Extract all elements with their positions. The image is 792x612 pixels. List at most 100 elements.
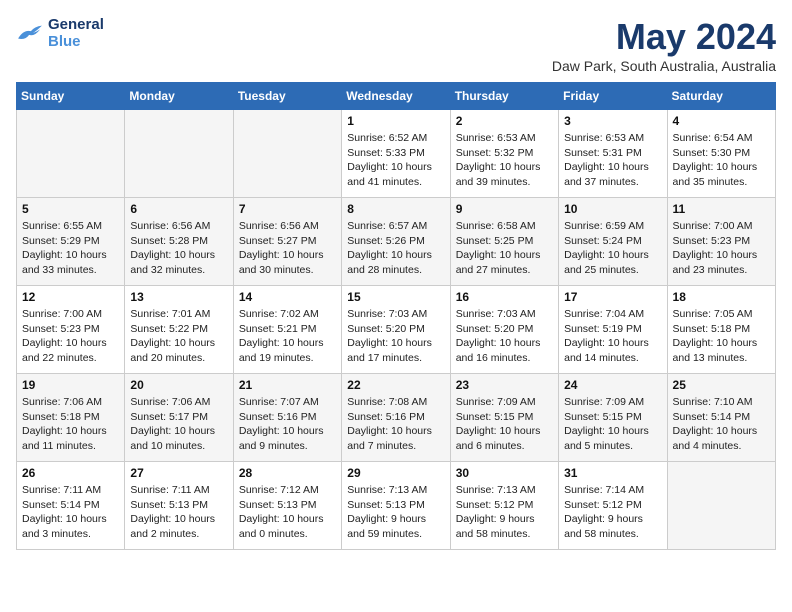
day-info: Sunrise: 6:54 AM Sunset: 5:30 PM Dayligh…: [673, 131, 770, 190]
week-row-1: 1Sunrise: 6:52 AM Sunset: 5:33 PM Daylig…: [17, 110, 776, 198]
day-cell-20: 20 Sunrise: 7:06 AM Sunset: 5:17 PM Dayli…: [125, 374, 233, 462]
day-info: Sunrise: 7:11 AM Sunset: 5:13 PM Dayligh…: [130, 483, 227, 542]
day-info: Sunrise: 6:57 AM Sunset: 5:26 PM Dayligh…: [347, 219, 444, 278]
weekday-header-saturday: Saturday: [667, 83, 775, 110]
day-number: 28: [239, 466, 336, 480]
day-cell-11: 11 Sunrise: 7:00 AM Sunset: 5:23 PM Dayli…: [667, 198, 775, 286]
day-info: Sunrise: 7:03 AM Sunset: 5:20 PM Dayligh…: [456, 307, 553, 366]
day-info: Sunrise: 6:53 AM Sunset: 5:32 PM Dayligh…: [456, 131, 553, 190]
day-number: 24: [564, 378, 661, 392]
day-cell-4: 4 Sunrise: 6:54 AM Sunset: 5:30 PM Daylig…: [667, 110, 775, 198]
day-number: 19: [22, 378, 119, 392]
day-cell-3: 3 Sunrise: 6:53 AM Sunset: 5:31 PM Daylig…: [559, 110, 667, 198]
week-row-5: 26 Sunrise: 7:11 AM Sunset: 5:14 PM Dayli…: [17, 462, 776, 550]
day-info: Sunrise: 7:14 AM Sunset: 5:12 PM Dayligh…: [564, 483, 661, 542]
day-number: 18: [673, 290, 770, 304]
day-number: 31: [564, 466, 661, 480]
week-row-3: 12 Sunrise: 7:00 AM Sunset: 5:23 PM Dayli…: [17, 286, 776, 374]
logo: General Blue: [16, 16, 104, 50]
day-cell-30: 30 Sunrise: 7:13 AM Sunset: 5:12 PM Dayli…: [450, 462, 558, 550]
day-cell-1: 1Sunrise: 6:52 AM Sunset: 5:33 PM Daylig…: [342, 110, 450, 198]
day-info: Sunrise: 7:13 AM Sunset: 5:12 PM Dayligh…: [456, 483, 553, 542]
logo-text: General Blue: [48, 16, 104, 50]
day-cell-29: 29Sunrise: 7:13 AM Sunset: 5:13 PM Dayli…: [342, 462, 450, 550]
day-cell-6: 6 Sunrise: 6:56 AM Sunset: 5:28 PM Daylig…: [125, 198, 233, 286]
day-info: Sunrise: 7:09 AM Sunset: 5:15 PM Dayligh…: [456, 395, 553, 454]
day-info: Sunrise: 7:04 AM Sunset: 5:19 PM Dayligh…: [564, 307, 661, 366]
day-info: Sunrise: 7:09 AM Sunset: 5:15 PM Dayligh…: [564, 395, 661, 454]
day-number: 11: [673, 202, 770, 216]
day-info: Sunrise: 7:06 AM Sunset: 5:17 PM Dayligh…: [130, 395, 227, 454]
day-cell-13: 13Sunrise: 7:01 AM Sunset: 5:22 PM Dayli…: [125, 286, 233, 374]
day-cell-31: 31 Sunrise: 7:14 AM Sunset: 5:12 PM Dayli…: [559, 462, 667, 550]
empty-cell: [233, 110, 341, 198]
day-number: 5: [22, 202, 119, 216]
day-number: 8: [347, 202, 444, 216]
weekday-header-tuesday: Tuesday: [233, 83, 341, 110]
day-info: Sunrise: 7:00 AM Sunset: 5:23 PM Dayligh…: [673, 219, 770, 278]
day-cell-7: 7Sunrise: 6:56 AM Sunset: 5:27 PM Daylig…: [233, 198, 341, 286]
day-number: 26: [22, 466, 119, 480]
day-cell-18: 18 Sunrise: 7:05 AM Sunset: 5:18 PM Dayli…: [667, 286, 775, 374]
day-number: 20: [130, 378, 227, 392]
day-number: 22: [347, 378, 444, 392]
week-row-2: 5 Sunrise: 6:55 AM Sunset: 5:29 PM Daylig…: [17, 198, 776, 286]
day-cell-24: 24 Sunrise: 7:09 AM Sunset: 5:15 PM Dayli…: [559, 374, 667, 462]
day-info: Sunrise: 6:52 AM Sunset: 5:33 PM Dayligh…: [347, 131, 444, 190]
day-info: Sunrise: 6:56 AM Sunset: 5:28 PM Dayligh…: [130, 219, 227, 278]
day-info: Sunrise: 7:06 AM Sunset: 5:18 PM Dayligh…: [22, 395, 119, 454]
weekday-header-thursday: Thursday: [450, 83, 558, 110]
day-info: Sunrise: 6:59 AM Sunset: 5:24 PM Dayligh…: [564, 219, 661, 278]
day-cell-17: 17 Sunrise: 7:04 AM Sunset: 5:19 PM Dayli…: [559, 286, 667, 374]
title-area: May 2024 Daw Park, South Australia, Aust…: [552, 16, 776, 74]
weekday-header-monday: Monday: [125, 83, 233, 110]
day-number: 23: [456, 378, 553, 392]
day-cell-5: 5 Sunrise: 6:55 AM Sunset: 5:29 PM Daylig…: [17, 198, 125, 286]
weekday-header-wednesday: Wednesday: [342, 83, 450, 110]
day-cell-2: 2 Sunrise: 6:53 AM Sunset: 5:32 PM Daylig…: [450, 110, 558, 198]
day-info: Sunrise: 6:53 AM Sunset: 5:31 PM Dayligh…: [564, 131, 661, 190]
empty-cell: [667, 462, 775, 550]
day-info: Sunrise: 7:10 AM Sunset: 5:14 PM Dayligh…: [673, 395, 770, 454]
day-cell-14: 14 Sunrise: 7:02 AM Sunset: 5:21 PM Dayli…: [233, 286, 341, 374]
day-info: Sunrise: 6:58 AM Sunset: 5:25 PM Dayligh…: [456, 219, 553, 278]
day-cell-26: 26 Sunrise: 7:11 AM Sunset: 5:14 PM Dayli…: [17, 462, 125, 550]
day-info: Sunrise: 7:02 AM Sunset: 5:21 PM Dayligh…: [239, 307, 336, 366]
day-cell-23: 23 Sunrise: 7:09 AM Sunset: 5:15 PM Dayli…: [450, 374, 558, 462]
day-cell-19: 19 Sunrise: 7:06 AM Sunset: 5:18 PM Dayli…: [17, 374, 125, 462]
day-cell-10: 10 Sunrise: 6:59 AM Sunset: 5:24 PM Dayli…: [559, 198, 667, 286]
day-info: Sunrise: 7:07 AM Sunset: 5:16 PM Dayligh…: [239, 395, 336, 454]
day-number: 2: [456, 114, 553, 128]
month-title: May 2024: [552, 16, 776, 58]
location: Daw Park, South Australia, Australia: [552, 58, 776, 74]
day-info: Sunrise: 7:08 AM Sunset: 5:16 PM Dayligh…: [347, 395, 444, 454]
empty-cell: [17, 110, 125, 198]
day-number: 30: [456, 466, 553, 480]
day-info: Sunrise: 7:00 AM Sunset: 5:23 PM Dayligh…: [22, 307, 119, 366]
day-cell-21: 21Sunrise: 7:07 AM Sunset: 5:16 PM Dayli…: [233, 374, 341, 462]
day-number: 12: [22, 290, 119, 304]
day-number: 6: [130, 202, 227, 216]
day-info: Sunrise: 7:03 AM Sunset: 5:20 PM Dayligh…: [347, 307, 444, 366]
day-number: 4: [673, 114, 770, 128]
empty-cell: [125, 110, 233, 198]
day-cell-27: 27 Sunrise: 7:11 AM Sunset: 5:13 PM Dayli…: [125, 462, 233, 550]
day-cell-15: 15 Sunrise: 7:03 AM Sunset: 5:20 PM Dayli…: [342, 286, 450, 374]
day-cell-9: 9 Sunrise: 6:58 AM Sunset: 5:25 PM Daylig…: [450, 198, 558, 286]
day-number: 13: [130, 290, 227, 304]
day-number: 27: [130, 466, 227, 480]
day-info: Sunrise: 6:56 AM Sunset: 5:27 PM Dayligh…: [239, 219, 336, 278]
day-info: Sunrise: 7:11 AM Sunset: 5:14 PM Dayligh…: [22, 483, 119, 542]
day-number: 9: [456, 202, 553, 216]
day-number: 29: [347, 466, 444, 480]
day-number: 17: [564, 290, 661, 304]
page-header: General Blue May 2024 Daw Park, South Au…: [16, 16, 776, 74]
day-cell-25: 25Sunrise: 7:10 AM Sunset: 5:14 PM Dayli…: [667, 374, 775, 462]
day-number: 14: [239, 290, 336, 304]
day-number: 15: [347, 290, 444, 304]
day-info: Sunrise: 6:55 AM Sunset: 5:29 PM Dayligh…: [22, 219, 119, 278]
calendar-table: SundayMondayTuesdayWednesdayThursdayFrid…: [16, 82, 776, 550]
day-info: Sunrise: 7:05 AM Sunset: 5:18 PM Dayligh…: [673, 307, 770, 366]
day-number: 10: [564, 202, 661, 216]
day-number: 3: [564, 114, 661, 128]
